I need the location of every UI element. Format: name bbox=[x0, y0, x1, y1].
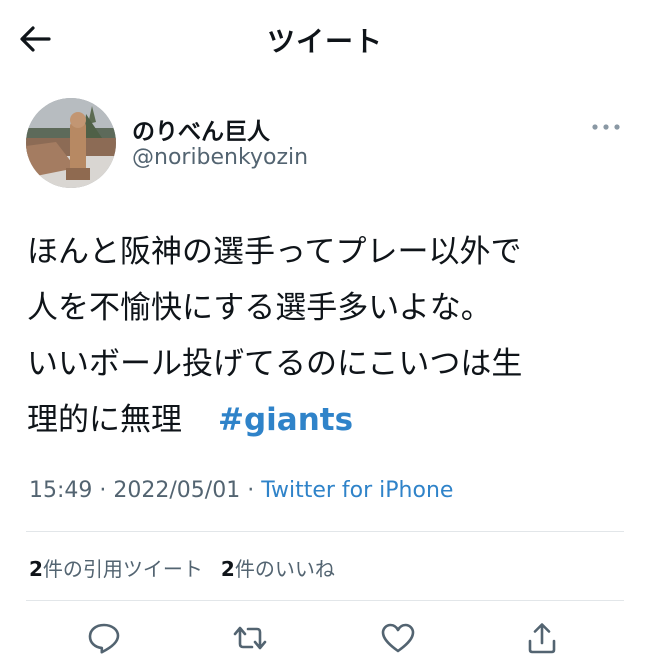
quote-tweets-stat[interactable]: 2件の引用ツイート bbox=[29, 557, 203, 581]
share-button[interactable] bbox=[520, 618, 564, 658]
reply-icon bbox=[88, 623, 120, 654]
top-bar: ツイート bbox=[0, 0, 650, 80]
divider bbox=[26, 600, 624, 601]
tweet-date[interactable]: 2022/05/01 bbox=[113, 478, 240, 503]
like-label: 件のいいね bbox=[234, 557, 335, 581]
like-count: 2 bbox=[220, 557, 235, 581]
author-name[interactable]: のりべん巨人 bbox=[132, 112, 270, 146]
meta-separator: · bbox=[240, 478, 262, 503]
tweet-line-last: 理的に無理 #giants bbox=[27, 392, 627, 448]
retweet-icon bbox=[233, 626, 267, 650]
tweet-text: ほんと阪神の選手ってプレー以外で 人を不愉快にする選手多いよな。 いいボール投げ… bbox=[27, 224, 627, 448]
page-title: ツイート bbox=[266, 25, 383, 58]
author-handle[interactable]: @noribenkyozin bbox=[132, 145, 308, 170]
likes-stat[interactable]: 2件のいいね bbox=[221, 557, 335, 581]
avatar[interactable] bbox=[26, 98, 116, 188]
tweet-line: 人を不愉快にする選手多いよな。 bbox=[27, 290, 492, 326]
meta-separator: · bbox=[92, 478, 114, 503]
like-icon bbox=[381, 623, 415, 653]
share-icon bbox=[528, 623, 556, 654]
action-bar bbox=[0, 618, 650, 658]
quote-label: 件の引用ツイート bbox=[42, 557, 203, 581]
hashtag-link[interactable]: #giants bbox=[218, 402, 353, 438]
like-button[interactable] bbox=[376, 618, 420, 658]
more-options-button[interactable] bbox=[586, 116, 626, 138]
tweet-line: いいボール投げてるのにこいつは生 bbox=[27, 346, 523, 382]
tweet-line: ほんと阪神の選手ってプレー以外で bbox=[27, 234, 522, 270]
reply-button[interactable] bbox=[82, 618, 126, 658]
tweet-line-text: 理的に無理 bbox=[27, 402, 182, 438]
avatar-photo bbox=[26, 98, 116, 188]
retweet-button[interactable] bbox=[228, 618, 272, 658]
tweet-stats: 2件の引用ツイート 2件のいいね bbox=[29, 553, 335, 582]
tweet-time[interactable]: 15:49 bbox=[29, 478, 92, 503]
divider bbox=[26, 531, 624, 532]
tweet-meta: 15:49 · 2022/05/01 · Twitter for iPhone bbox=[29, 478, 453, 503]
more-dots-icon bbox=[592, 124, 620, 130]
quote-count: 2 bbox=[29, 557, 43, 581]
tweet-source-link[interactable]: Twitter for iPhone bbox=[261, 478, 453, 503]
